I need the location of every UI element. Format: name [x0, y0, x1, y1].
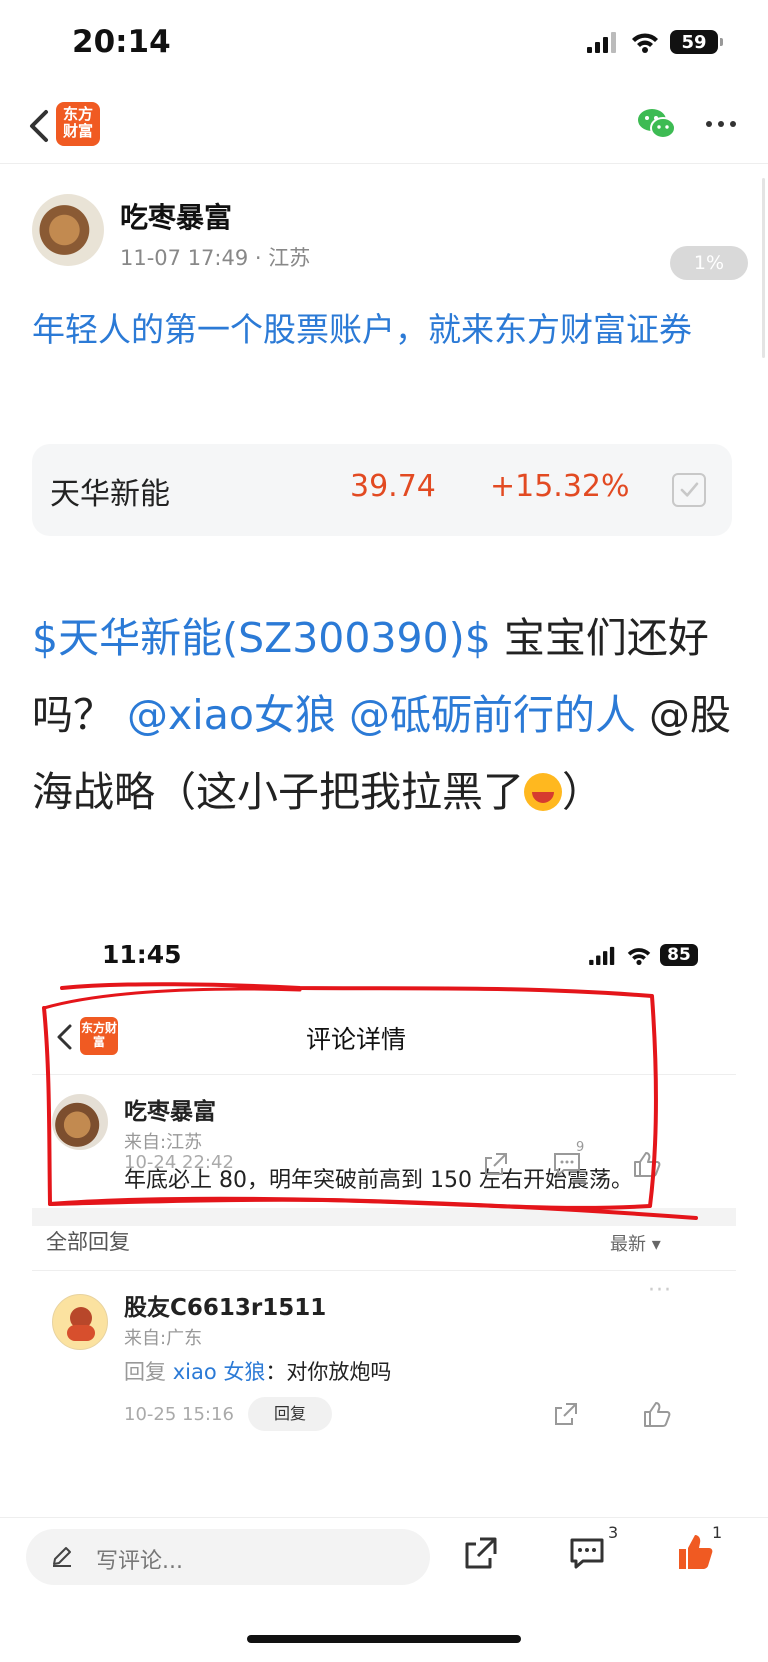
comment-location: 来自:江苏: [124, 1132, 203, 1153]
embedded-status-time: 11:45: [102, 940, 182, 969]
mention-link[interactable]: @xiao女狼: [127, 691, 336, 739]
reply-item: 股友C6613r1511 来自:广东 回复 xiao 女狼：对你放炮吗 10-2…: [32, 1272, 736, 1512]
stock-change: +15.32%: [490, 469, 630, 504]
comment-date: 10-24 22:42: [124, 1152, 234, 1173]
share-icon: [555, 1403, 577, 1425]
like-count: 1: [712, 1523, 723, 1542]
stock-price: 39.74: [350, 469, 436, 504]
signal-icon: [589, 946, 615, 965]
post-title[interactable]: 年轻人的第一个股票账户，就来东方财富证券: [32, 304, 736, 356]
app-logo[interactable]: 东方财富: [56, 102, 100, 146]
comment-author: 吃枣暴富: [124, 1099, 216, 1125]
reply-button: 回复: [248, 1397, 332, 1431]
stock-name: 天华新能: [50, 477, 170, 512]
pencil-icon: [53, 1547, 71, 1567]
comment-count: 3: [608, 1523, 619, 1542]
all-replies-heading: 全部回复: [46, 1230, 130, 1254]
embedded-page-title: 评论详情: [306, 1025, 407, 1054]
sort-label: 最新: [610, 1234, 646, 1255]
comment-icon[interactable]: [568, 1534, 606, 1572]
nav-bar: 东方财富: [0, 92, 768, 164]
section-gap: [32, 1208, 736, 1226]
back-icon: [57, 1024, 72, 1050]
status-indicators: 59: [586, 30, 723, 54]
divider: [32, 1074, 736, 1075]
more-icon: ···: [648, 1278, 672, 1303]
signal-icon: [587, 32, 616, 53]
watchlist-checkbox-icon[interactable]: [672, 473, 706, 507]
app-logo: 东方财富: [80, 1017, 118, 1055]
share-icon[interactable]: [462, 1534, 500, 1572]
reply-date: 10-25 15:16: [124, 1404, 234, 1425]
scrollbar[interactable]: [762, 178, 765, 358]
comment-placeholder: 写评论...: [96, 1549, 183, 1574]
thumbs-up-icon: [644, 1402, 671, 1427]
reply-separator: ：: [265, 1360, 287, 1384]
battery-icon: 59: [670, 30, 723, 54]
divider: [32, 1270, 736, 1271]
reply-text: 回复 xiao 女狼：对你放炮吗: [124, 1356, 391, 1386]
laughing-emoji-icon: [524, 773, 562, 811]
post-meta: 11-07 17:49 · 江苏: [120, 246, 311, 270]
stock-tag-link[interactable]: $天华新能(SZ300390)$: [32, 614, 491, 662]
avatar: [52, 1094, 108, 1150]
post-body: $天华新能(SZ300390)$ 宝宝们还好吗？ @xiao女狼 @砥砺前行的人…: [32, 600, 740, 831]
thumbs-up-icon: [634, 1152, 661, 1177]
reply-prefix: 回复: [124, 1360, 166, 1384]
author-avatar[interactable]: [32, 194, 104, 266]
bottom-bar: 写评论... 3 1: [0, 1517, 768, 1662]
reply-location: 来自:广东: [124, 1328, 203, 1349]
embedded-status-indicators: 85: [588, 944, 698, 966]
stock-card[interactable]: 天华新能 39.74 +15.32%: [32, 444, 732, 536]
main-comment: 吃枣暴富 来自:江苏 年底必上 80，明年突破前高到 150 左右开始震荡。: [32, 1076, 736, 1212]
reply-author: 股友C6613r1511: [124, 1295, 327, 1321]
avatar: [52, 1294, 108, 1350]
post-author: 吃枣暴富 11-07 17:49 · 江苏: [32, 194, 732, 274]
wifi-icon: [627, 947, 651, 965]
back-icon[interactable]: [22, 104, 56, 148]
battery-icon: 85: [660, 944, 698, 966]
author-name[interactable]: 吃枣暴富: [120, 196, 232, 236]
post-body-text: ）: [562, 768, 603, 816]
home-indicator[interactable]: [247, 1635, 521, 1643]
share-icon: [485, 1153, 507, 1175]
comment-input[interactable]: 写评论...: [26, 1529, 430, 1585]
embedded-screenshot[interactable]: 11:45 85 东方财富 评论详情 吃枣暴富 来自:江苏 年底必上 80，明年…: [32, 900, 736, 1512]
reply-target-link: xiao 女狼: [172, 1360, 266, 1384]
thumbs-up-icon[interactable]: [676, 1532, 714, 1572]
chevron-down-icon: ▾: [651, 1234, 661, 1255]
wifi-icon: [632, 33, 658, 53]
wechat-icon[interactable]: [636, 106, 678, 142]
status-time: 20:14: [72, 24, 171, 60]
read-progress-badge: 1%: [670, 246, 748, 280]
status-bar: 20:14 59: [0, 0, 768, 88]
mention-link[interactable]: @砥砺前行的人: [349, 691, 636, 739]
more-icon[interactable]: [700, 106, 742, 142]
reply-body: 对你放炮吗: [286, 1360, 392, 1384]
sort-dropdown: 最新 ▾: [610, 1230, 661, 1256]
reply-count: 9: [576, 1140, 585, 1155]
